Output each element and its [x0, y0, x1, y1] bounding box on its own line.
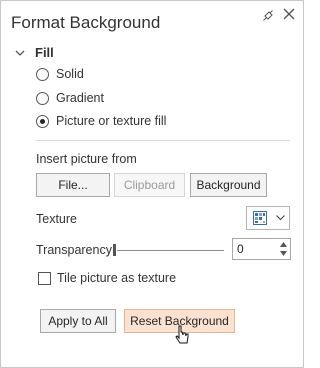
fill-section-label: Fill: [35, 45, 54, 60]
fill-option-gradient[interactable]: Gradient: [36, 91, 104, 105]
texture-dropdown[interactable]: [246, 206, 290, 230]
file-button[interactable]: File...: [36, 173, 110, 197]
spin-down-icon[interactable]: [280, 251, 287, 256]
transparency-spinner[interactable]: 0: [232, 238, 291, 260]
transparency-slider-thumb[interactable]: [113, 244, 116, 256]
gradient-label: Gradient: [56, 91, 104, 105]
picture-texture-label: Picture or texture fill: [56, 114, 167, 128]
gradient-radio[interactable]: [36, 91, 49, 105]
tile-texture-option[interactable]: Tile picture as texture: [38, 271, 176, 285]
clipboard-button[interactable]: Clipboard: [114, 173, 185, 197]
transparency-label: Transparency: [36, 243, 112, 257]
texture-label: Texture: [36, 212, 77, 226]
mouse-cursor-icon: [175, 325, 189, 344]
fill-option-solid[interactable]: Solid: [36, 67, 84, 81]
pane-title: Format Background: [11, 13, 161, 32]
solid-label: Solid: [56, 67, 84, 81]
background-button[interactable]: Background: [190, 173, 267, 197]
fill-option-picture[interactable]: Picture or texture fill: [36, 114, 166, 128]
format-background-pane: Format Background Fill Solid Gradient Pi…: [0, 0, 304, 368]
fill-section-header[interactable]: Fill: [15, 45, 54, 60]
spin-up-icon[interactable]: [280, 242, 287, 247]
pin-icon[interactable]: [262, 8, 276, 22]
tile-texture-checkbox[interactable]: [38, 271, 51, 285]
section-divider: [35, 140, 290, 141]
tile-texture-label: Tile picture as texture: [57, 271, 177, 285]
solid-radio[interactable]: [36, 67, 49, 81]
chevron-down-icon: [15, 50, 25, 56]
picture-texture-radio[interactable]: [36, 114, 49, 128]
close-icon[interactable]: [282, 7, 296, 21]
insert-picture-label: Insert picture from: [36, 152, 137, 166]
apply-to-all-button[interactable]: Apply to All: [40, 309, 116, 333]
transparency-slider-track[interactable]: [117, 250, 224, 251]
chevron-down-icon: [276, 215, 285, 221]
transparency-value[interactable]: 0: [237, 242, 244, 256]
texture-swatch-icon: [253, 211, 267, 225]
